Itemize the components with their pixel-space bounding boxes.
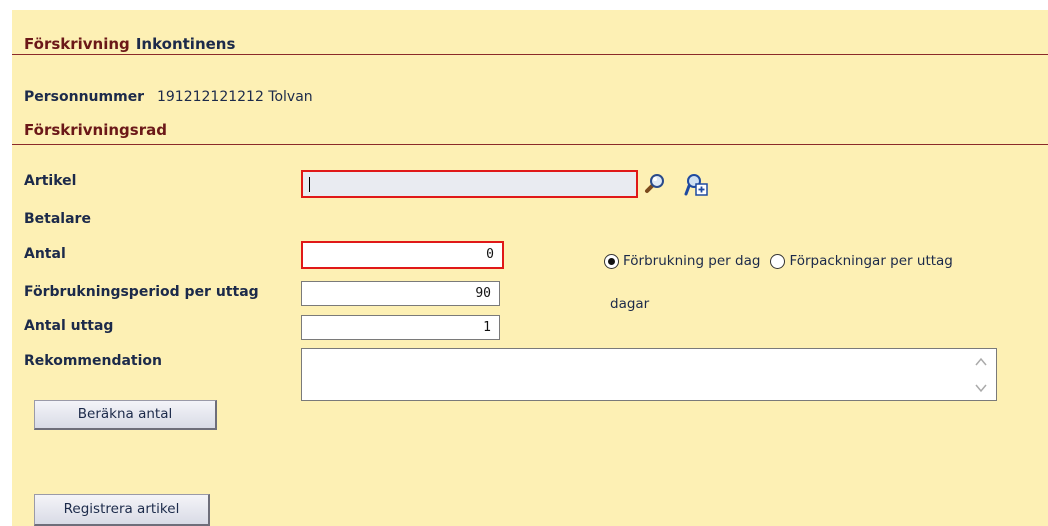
rekommendation-label: Rekommendation: [24, 353, 163, 369]
radio-forbrukning-per-dag[interactable]: Förbrukning per dag: [604, 253, 760, 269]
uttag-input[interactable]: 1: [301, 315, 500, 340]
uttag-label: Antal uttag: [24, 318, 114, 334]
page-title: Förskrivning Inkontinens: [24, 35, 235, 53]
radio-unselected-icon: [770, 253, 786, 269]
berakna-antal-button[interactable]: Beräkna antal: [34, 400, 217, 430]
radio-group-antal-typ: Förbrukning per dag Förpackningar per ut…: [604, 253, 963, 269]
add-search-icon[interactable]: [684, 172, 708, 196]
radio-forpackningar-per-uttag[interactable]: Förpackningar per uttag: [770, 253, 953, 269]
artikel-input[interactable]: [301, 170, 638, 198]
form-panel: Förskrivning Inkontinens Personnummer 191…: [12, 10, 1048, 526]
radio-selected-icon: [604, 253, 619, 269]
section-title-forskrivningsrad: Förskrivningsrad: [24, 121, 167, 139]
betalare-label: Betalare: [24, 211, 91, 227]
period-label: Förbrukningsperiod per uttag: [24, 284, 259, 300]
section-divider: [12, 144, 1048, 145]
rekommendation-textarea[interactable]: [301, 348, 997, 401]
registrera-artikel-button[interactable]: Registrera artikel: [34, 494, 210, 526]
text-caret: [309, 177, 310, 192]
antal-input[interactable]: 0: [301, 241, 504, 269]
textarea-scrollbar[interactable]: [974, 355, 988, 395]
search-icon[interactable]: [642, 172, 666, 196]
radio-option2-label: Förpackningar per uttag: [789, 253, 953, 269]
artikel-label: Artikel: [24, 173, 77, 189]
period-input[interactable]: 90: [301, 281, 500, 306]
antal-label: Antal: [24, 246, 66, 262]
page-title-text: Förskrivning: [24, 35, 130, 53]
radio-option1-label: Förbrukning per dag: [623, 253, 761, 269]
title-divider: [12, 54, 1048, 55]
page-subtitle: Inkontinens: [135, 35, 236, 53]
patient-info: Personnummer 191212121212 Tolvan: [24, 89, 313, 105]
personnummer-label: Personnummer: [24, 89, 145, 105]
personnummer-value: 191212121212 Tolvan: [156, 89, 313, 105]
period-unit: dagar: [610, 296, 650, 312]
